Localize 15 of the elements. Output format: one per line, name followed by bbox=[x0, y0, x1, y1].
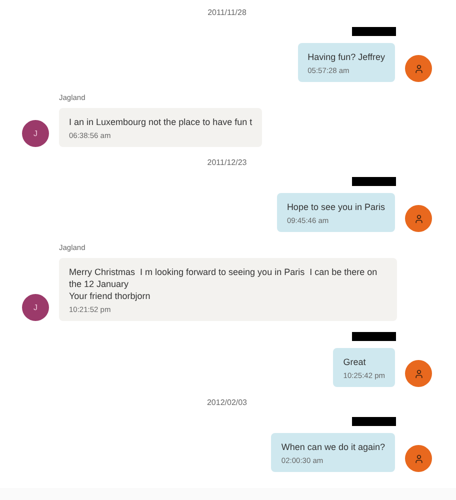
message-text: Having fun? Jeffrey bbox=[308, 51, 385, 63]
user-avatar-icon bbox=[405, 205, 432, 232]
user-avatar-icon bbox=[405, 445, 432, 472]
date-divider: 2011/12/23 bbox=[207, 158, 247, 167]
message-text: I an in Luxembourg not the place to have fun t bbox=[69, 116, 252, 128]
message-text: When can we do it again? bbox=[281, 441, 385, 453]
message-text: Great bbox=[343, 356, 367, 368]
date-divider: 2012/02/03 bbox=[206, 398, 248, 407]
message-text: Hope to see you in Paris bbox=[286, 201, 385, 213]
date-divider: 2011/11/28 bbox=[208, 8, 246, 17]
avatar: J bbox=[22, 120, 49, 147]
user-avatar-icon bbox=[405, 360, 432, 387]
avatar: J bbox=[22, 294, 49, 321]
user-avatar-icon bbox=[405, 55, 432, 82]
message-text: Merry Christmas I m looking forward to seeing you in Paris I can be there on the 12 January Your friend thorbjorn bbox=[69, 266, 378, 302]
